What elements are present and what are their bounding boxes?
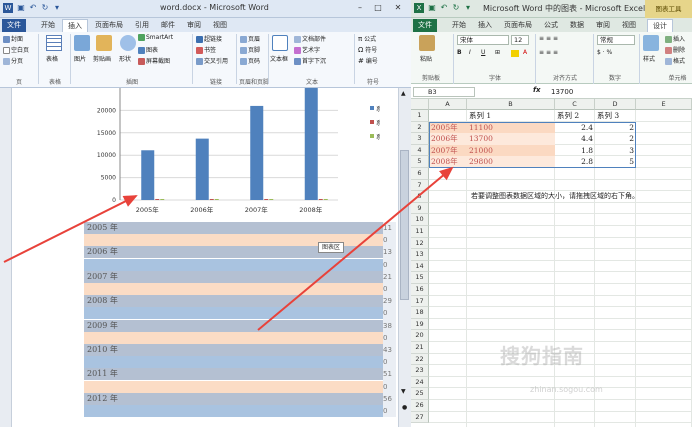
arrow-to-excel-data [257, 166, 454, 331]
annotation-arrows [3, 166, 454, 331]
arrow-to-chart [3, 195, 138, 263]
watermark: 搜狗指南 [500, 344, 584, 368]
watermark-url: zhinan.sogou.com [530, 385, 603, 394]
